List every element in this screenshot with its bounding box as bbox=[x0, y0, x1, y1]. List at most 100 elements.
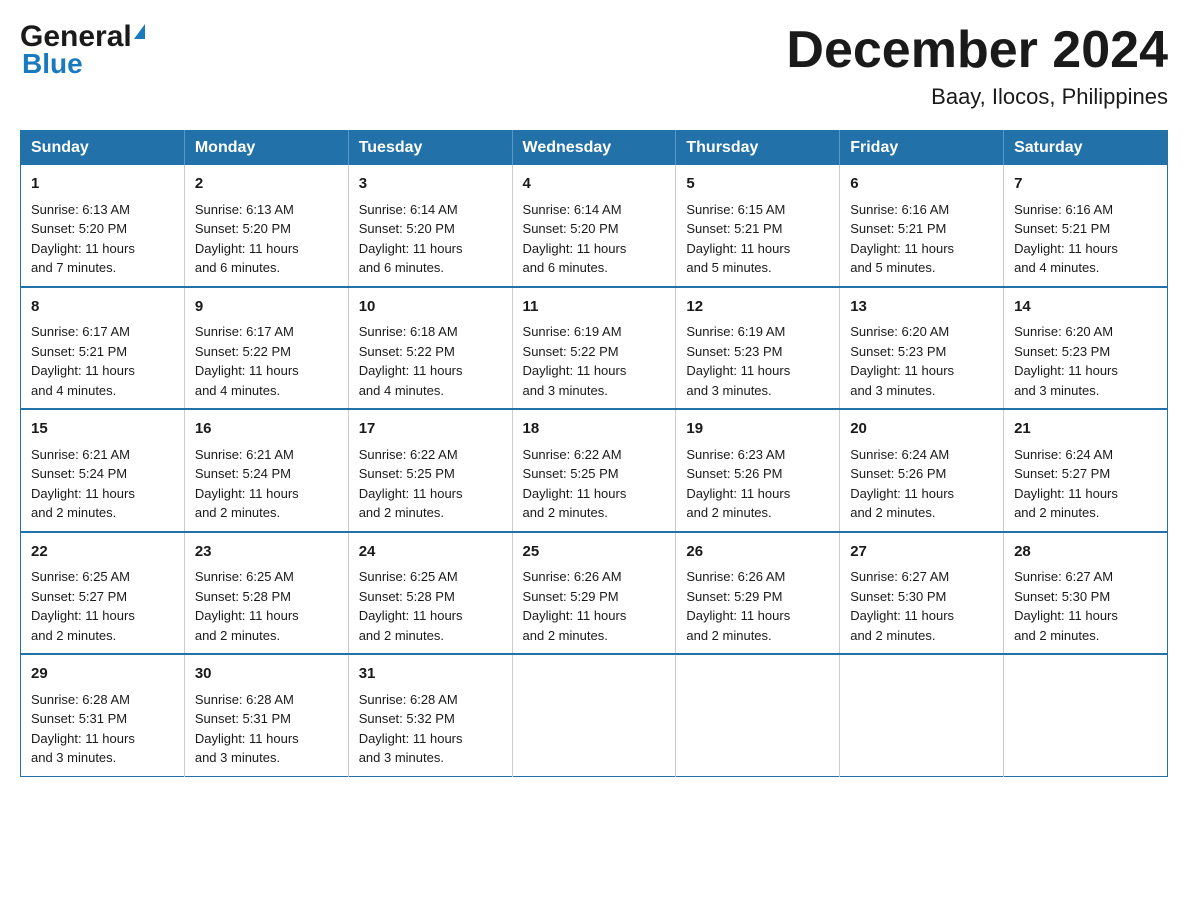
calendar-header-thursday: Thursday bbox=[676, 131, 840, 166]
sunrise-label: Sunrise: 6:25 AM bbox=[31, 569, 130, 584]
calendar-cell: 4 Sunrise: 6:14 AM Sunset: 5:20 PM Dayli… bbox=[512, 165, 676, 287]
daylight-minutes: and 3 minutes. bbox=[31, 750, 116, 765]
daylight-minutes: and 6 minutes. bbox=[523, 260, 608, 275]
sunrise-label: Sunrise: 6:24 AM bbox=[850, 447, 949, 462]
sunrise-label: Sunrise: 6:13 AM bbox=[195, 202, 294, 217]
sunset-label: Sunset: 5:23 PM bbox=[1014, 344, 1110, 359]
sunrise-label: Sunrise: 6:26 AM bbox=[686, 569, 785, 584]
sunset-label: Sunset: 5:21 PM bbox=[31, 344, 127, 359]
page-subtitle: Baay, Ilocos, Philippines bbox=[786, 84, 1168, 110]
daylight-minutes: and 2 minutes. bbox=[31, 505, 116, 520]
sunset-label: Sunset: 5:32 PM bbox=[359, 711, 455, 726]
daylight-label: Daylight: 11 hours bbox=[686, 486, 790, 501]
sunrise-label: Sunrise: 6:25 AM bbox=[359, 569, 458, 584]
sunset-label: Sunset: 5:25 PM bbox=[523, 466, 619, 481]
sunset-label: Sunset: 5:30 PM bbox=[1014, 589, 1110, 604]
calendar-cell bbox=[512, 654, 676, 776]
daylight-label: Daylight: 11 hours bbox=[523, 608, 627, 623]
sunrise-label: Sunrise: 6:19 AM bbox=[523, 324, 622, 339]
daylight-label: Daylight: 11 hours bbox=[31, 608, 135, 623]
daylight-label: Daylight: 11 hours bbox=[850, 241, 954, 256]
sunset-label: Sunset: 5:21 PM bbox=[850, 221, 946, 236]
daylight-minutes: and 2 minutes. bbox=[195, 628, 280, 643]
sunrise-label: Sunrise: 6:20 AM bbox=[1014, 324, 1113, 339]
daylight-label: Daylight: 11 hours bbox=[359, 241, 463, 256]
calendar-cell: 12 Sunrise: 6:19 AM Sunset: 5:23 PM Dayl… bbox=[676, 287, 840, 410]
sunset-label: Sunset: 5:28 PM bbox=[195, 589, 291, 604]
calendar-header-monday: Monday bbox=[184, 131, 348, 166]
calendar-header-tuesday: Tuesday bbox=[348, 131, 512, 166]
daylight-label: Daylight: 11 hours bbox=[1014, 363, 1118, 378]
day-number: 1 bbox=[31, 173, 174, 196]
day-number: 3 bbox=[359, 173, 502, 196]
daylight-label: Daylight: 11 hours bbox=[850, 486, 954, 501]
sunset-label: Sunset: 5:25 PM bbox=[359, 466, 455, 481]
sunset-label: Sunset: 5:26 PM bbox=[686, 466, 782, 481]
day-number: 12 bbox=[686, 296, 829, 319]
calendar-cell: 16 Sunrise: 6:21 AM Sunset: 5:24 PM Dayl… bbox=[184, 409, 348, 532]
day-number: 5 bbox=[686, 173, 829, 196]
day-number: 4 bbox=[523, 173, 666, 196]
sunset-label: Sunset: 5:31 PM bbox=[31, 711, 127, 726]
sunrise-label: Sunrise: 6:15 AM bbox=[686, 202, 785, 217]
sunset-label: Sunset: 5:20 PM bbox=[359, 221, 455, 236]
day-number: 17 bbox=[359, 418, 502, 441]
day-number: 25 bbox=[523, 541, 666, 564]
calendar-cell: 9 Sunrise: 6:17 AM Sunset: 5:22 PM Dayli… bbox=[184, 287, 348, 410]
calendar-cell: 6 Sunrise: 6:16 AM Sunset: 5:21 PM Dayli… bbox=[840, 165, 1004, 287]
daylight-label: Daylight: 11 hours bbox=[523, 241, 627, 256]
calendar-cell: 27 Sunrise: 6:27 AM Sunset: 5:30 PM Dayl… bbox=[840, 532, 1004, 655]
sunset-label: Sunset: 5:26 PM bbox=[850, 466, 946, 481]
sunset-label: Sunset: 5:22 PM bbox=[195, 344, 291, 359]
sunrise-label: Sunrise: 6:16 AM bbox=[1014, 202, 1113, 217]
calendar-week-row: 22 Sunrise: 6:25 AM Sunset: 5:27 PM Dayl… bbox=[21, 532, 1168, 655]
calendar-cell: 17 Sunrise: 6:22 AM Sunset: 5:25 PM Dayl… bbox=[348, 409, 512, 532]
page-header: General Blue December 2024 Baay, Ilocos,… bbox=[20, 20, 1168, 110]
sunset-label: Sunset: 5:23 PM bbox=[686, 344, 782, 359]
sunrise-label: Sunrise: 6:27 AM bbox=[850, 569, 949, 584]
title-block: December 2024 Baay, Ilocos, Philippines bbox=[786, 20, 1168, 110]
daylight-label: Daylight: 11 hours bbox=[359, 608, 463, 623]
calendar-cell: 11 Sunrise: 6:19 AM Sunset: 5:22 PM Dayl… bbox=[512, 287, 676, 410]
sunrise-label: Sunrise: 6:28 AM bbox=[31, 692, 130, 707]
daylight-minutes: and 4 minutes. bbox=[31, 383, 116, 398]
sunrise-label: Sunrise: 6:23 AM bbox=[686, 447, 785, 462]
sunrise-label: Sunrise: 6:17 AM bbox=[31, 324, 130, 339]
daylight-label: Daylight: 11 hours bbox=[195, 241, 299, 256]
daylight-minutes: and 4 minutes. bbox=[195, 383, 280, 398]
daylight-label: Daylight: 11 hours bbox=[523, 486, 627, 501]
daylight-minutes: and 2 minutes. bbox=[1014, 505, 1099, 520]
calendar-cell: 5 Sunrise: 6:15 AM Sunset: 5:21 PM Dayli… bbox=[676, 165, 840, 287]
sunset-label: Sunset: 5:20 PM bbox=[31, 221, 127, 236]
daylight-label: Daylight: 11 hours bbox=[1014, 486, 1118, 501]
daylight-label: Daylight: 11 hours bbox=[195, 731, 299, 746]
day-number: 23 bbox=[195, 541, 338, 564]
daylight-label: Daylight: 11 hours bbox=[686, 363, 790, 378]
sunrise-label: Sunrise: 6:14 AM bbox=[359, 202, 458, 217]
logo: General Blue bbox=[20, 20, 147, 80]
calendar-header-sunday: Sunday bbox=[21, 131, 185, 166]
calendar-cell: 20 Sunrise: 6:24 AM Sunset: 5:26 PM Dayl… bbox=[840, 409, 1004, 532]
calendar-cell: 10 Sunrise: 6:18 AM Sunset: 5:22 PM Dayl… bbox=[348, 287, 512, 410]
logo-triangle-icon bbox=[134, 24, 145, 39]
sunrise-label: Sunrise: 6:25 AM bbox=[195, 569, 294, 584]
calendar-cell bbox=[676, 654, 840, 776]
daylight-label: Daylight: 11 hours bbox=[359, 731, 463, 746]
daylight-label: Daylight: 11 hours bbox=[850, 363, 954, 378]
sunrise-label: Sunrise: 6:17 AM bbox=[195, 324, 294, 339]
day-number: 27 bbox=[850, 541, 993, 564]
daylight-minutes: and 2 minutes. bbox=[1014, 628, 1099, 643]
sunset-label: Sunset: 5:27 PM bbox=[31, 589, 127, 604]
sunrise-label: Sunrise: 6:18 AM bbox=[359, 324, 458, 339]
daylight-minutes: and 3 minutes. bbox=[686, 383, 771, 398]
calendar-cell: 13 Sunrise: 6:20 AM Sunset: 5:23 PM Dayl… bbox=[840, 287, 1004, 410]
daylight-minutes: and 2 minutes. bbox=[850, 628, 935, 643]
day-number: 24 bbox=[359, 541, 502, 564]
sunset-label: Sunset: 5:31 PM bbox=[195, 711, 291, 726]
logo-blue: Blue bbox=[22, 48, 83, 80]
daylight-minutes: and 2 minutes. bbox=[686, 505, 771, 520]
calendar-cell: 8 Sunrise: 6:17 AM Sunset: 5:21 PM Dayli… bbox=[21, 287, 185, 410]
sunrise-label: Sunrise: 6:24 AM bbox=[1014, 447, 1113, 462]
daylight-minutes: and 6 minutes. bbox=[359, 260, 444, 275]
sunset-label: Sunset: 5:21 PM bbox=[686, 221, 782, 236]
